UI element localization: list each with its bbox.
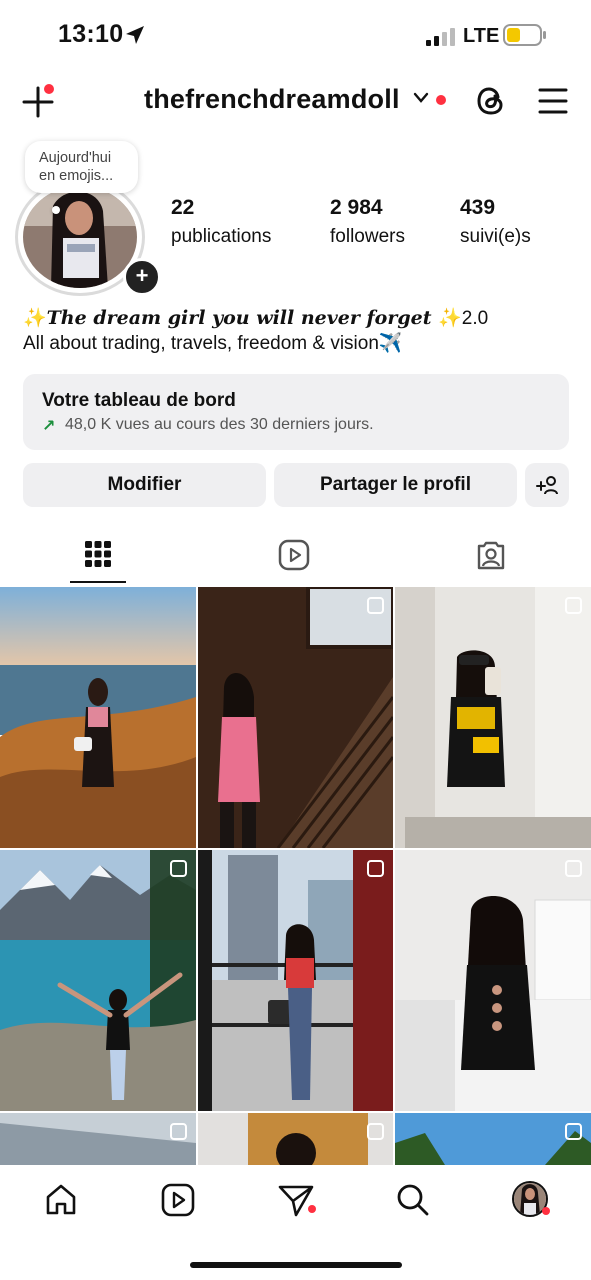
grid-icon[interactable]: [84, 540, 112, 568]
search-icon[interactable]: [396, 1183, 430, 1217]
battery-icon: [503, 24, 546, 46]
account-notification-dot: [436, 95, 446, 105]
add-person-icon: [536, 476, 558, 495]
notification-dot: [44, 84, 54, 94]
profile-tabs: [0, 530, 591, 586]
profile-notification-dot: [542, 1207, 550, 1215]
threads-icon[interactable]: [474, 84, 508, 118]
stat-followers[interactable]: 2 984 followers: [330, 196, 405, 248]
status-bar: 13:10 LTE: [0, 0, 591, 70]
discover-people-button[interactable]: [525, 463, 569, 507]
bio-tagline: The dream girl you will never forget: [46, 307, 432, 329]
multi-image-icon: [367, 1123, 384, 1140]
home-icon[interactable]: [44, 1183, 78, 1217]
location-arrow-icon: [126, 26, 144, 44]
status-time: 13:10: [58, 20, 124, 48]
posts-grid: [0, 587, 591, 1165]
multi-image-icon: [367, 597, 384, 614]
network-type: LTE: [463, 25, 500, 47]
profile-header: thefrenchdreamdoll: [0, 70, 591, 130]
post-thumbnail[interactable]: [0, 850, 196, 1111]
post-thumbnail[interactable]: [395, 850, 591, 1111]
professional-dashboard[interactable]: Votre tableau de bord ↗ 48,0 K vues au c…: [23, 374, 569, 450]
signal-icon: [426, 28, 455, 46]
reels-icon[interactable]: [278, 539, 310, 571]
dashboard-subtitle: 48,0 K vues au cours des 30 derniers jou…: [65, 416, 374, 433]
post-thumbnail[interactable]: [0, 587, 196, 848]
multi-image-icon: [170, 860, 187, 877]
profile-avatar[interactable]: +: [15, 178, 161, 300]
home-indicator: [190, 1262, 402, 1268]
multi-image-icon: [565, 860, 582, 877]
stat-publications[interactable]: 22 publications: [171, 196, 271, 248]
profile-bio: ✨The dream girl you will never forget ✨2…: [23, 306, 583, 356]
add-story-button[interactable]: +: [123, 258, 161, 296]
multi-image-icon: [565, 597, 582, 614]
note-bubble[interactable]: Aujourd'hui en emojis...: [25, 141, 138, 193]
post-thumbnail[interactable]: [198, 850, 393, 1111]
menu-icon[interactable]: [537, 84, 569, 118]
avatar-image: [23, 186, 137, 288]
stat-following[interactable]: 439 suivi(e)s: [460, 196, 531, 248]
messages-notification-dot: [308, 1205, 316, 1213]
active-tab-indicator: [70, 581, 126, 583]
username-switcher[interactable]: thefrenchdreamdoll: [144, 84, 400, 115]
chevron-down-icon[interactable]: [413, 92, 429, 104]
multi-image-icon: [565, 1123, 582, 1140]
post-thumbnail[interactable]: [395, 587, 591, 848]
tagged-icon[interactable]: [475, 539, 507, 571]
post-thumbnail[interactable]: [0, 1113, 196, 1165]
post-thumbnail[interactable]: [395, 1113, 591, 1165]
multi-image-icon: [170, 1123, 187, 1140]
bio-line-2: All about trading, travels, freedom & vi…: [23, 333, 403, 354]
trend-up-icon: ↗: [42, 418, 56, 435]
share-profile-button[interactable]: Partager le profil: [274, 463, 517, 507]
post-thumbnail[interactable]: [198, 587, 393, 848]
dashboard-title: Votre tableau de bord: [42, 390, 236, 411]
multi-image-icon: [367, 860, 384, 877]
post-thumbnail[interactable]: [198, 1113, 393, 1165]
edit-profile-button[interactable]: Modifier: [23, 463, 266, 507]
reels-nav-icon[interactable]: [161, 1183, 195, 1217]
create-post-button[interactable]: [22, 84, 58, 120]
